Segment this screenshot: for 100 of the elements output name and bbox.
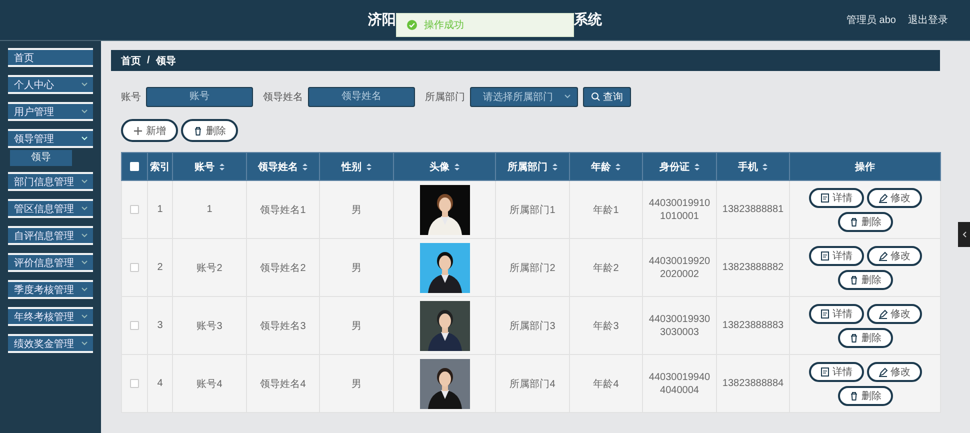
chevron-left-icon <box>962 231 966 238</box>
plus-icon <box>133 126 143 136</box>
collapse-tab[interactable] <box>958 222 970 247</box>
add-button[interactable]: 新增 <box>121 119 178 142</box>
table-cell: 13823888883 <box>722 320 784 331</box>
sort-icon <box>694 162 700 170</box>
select-all-checkbox[interactable] <box>130 162 139 171</box>
delete-button[interactable]: 删除 <box>838 386 892 406</box>
breadcrumb-item[interactable]: 领导 <box>156 54 176 68</box>
sort-icon <box>302 162 308 170</box>
table-cell: 440300199101010001 <box>648 196 712 222</box>
table-cell: 年龄4 <box>593 378 619 390</box>
row-checkbox[interactable] <box>130 204 139 214</box>
trash-icon <box>848 332 858 342</box>
chevron-down-icon <box>81 233 88 238</box>
chevron-down-icon <box>81 109 88 114</box>
delete-button[interactable]: 删除 <box>181 119 238 142</box>
app-title: 济阳 <box>368 11 396 29</box>
success-icon <box>407 20 417 30</box>
table-cell: 所属部门3 <box>510 320 556 332</box>
chevron-down-icon <box>81 314 88 319</box>
user-name: 管理员 abo <box>846 14 896 27</box>
table-cell: 13823888884 <box>722 378 784 389</box>
sidebar-item[interactable]: 个人中心 <box>8 75 93 94</box>
chevron-down-icon <box>81 82 88 87</box>
trash-icon <box>848 390 858 400</box>
row-checkbox[interactable] <box>130 320 139 330</box>
table-cell: 3 <box>157 320 163 331</box>
sidebar-item[interactable]: 管区信息管理 <box>8 199 93 218</box>
edit-button[interactable]: 修改 <box>866 246 922 266</box>
edit-button[interactable]: 修改 <box>866 188 922 208</box>
sidebar-item[interactable]: 部门信息管理 <box>8 172 93 191</box>
table-cell: 领导姓名3 <box>260 320 306 332</box>
delete-button[interactable]: 删除 <box>838 328 892 348</box>
column-header[interactable]: 头像 <box>430 160 460 174</box>
sidebar-item[interactable]: 自评信息管理 <box>8 226 93 245</box>
table-cell: 4 <box>157 378 163 389</box>
document-icon <box>820 250 830 260</box>
sort-icon <box>762 162 768 170</box>
search-button[interactable]: 查询 <box>583 86 631 106</box>
chevron-down-icon <box>81 136 88 141</box>
sidebar-item[interactable]: 年终考核管理 <box>8 307 93 326</box>
edit-button[interactable]: 修改 <box>866 362 922 382</box>
detail-button[interactable]: 详情 <box>808 362 864 382</box>
table-cell: 账号3 <box>196 320 222 332</box>
edit-button[interactable]: 修改 <box>866 304 922 324</box>
field-label: 账号 <box>121 90 141 104</box>
toast-text: 操作成功 <box>424 18 464 32</box>
table-cell: 男 <box>352 204 362 216</box>
sidebar-item[interactable]: 季度考核管理 <box>8 280 93 299</box>
row-checkbox[interactable] <box>130 378 139 388</box>
table-cell: 13823888881 <box>722 204 784 215</box>
sidebar-item[interactable]: 领导管理 <box>8 129 93 148</box>
app-title: 系统 <box>574 11 602 29</box>
trash-icon <box>193 126 203 136</box>
delete-button[interactable]: 删除 <box>838 212 892 232</box>
sidebar-subitem[interactable]: 领导 <box>10 150 72 166</box>
table-cell: 年龄1 <box>593 204 619 216</box>
table-cell: 领导姓名4 <box>260 378 306 390</box>
table-cell: 所属部门1 <box>510 204 556 216</box>
search-icon <box>591 92 600 101</box>
sort-icon <box>552 162 558 170</box>
table-cell: 账号2 <box>196 262 222 274</box>
input-field[interactable]: 账号 <box>146 86 253 106</box>
detail-button[interactable]: 详情 <box>808 246 864 266</box>
input-field[interactable]: 领导姓名 <box>308 86 415 106</box>
select-field[interactable]: 请选择所属部门 <box>470 86 578 106</box>
sort-icon <box>454 162 460 170</box>
table-cell: 440300199303030003 <box>648 312 712 338</box>
breadcrumb-item[interactable]: 首页 <box>121 54 141 68</box>
breadcrumb-separator: / <box>147 55 150 66</box>
sidebar-item[interactable]: 评价信息管理 <box>8 253 93 272</box>
pencil-icon <box>878 192 888 202</box>
table-cell: 年龄2 <box>593 262 619 274</box>
trash-icon <box>848 274 858 284</box>
sidebar-item[interactable]: 绩效奖金管理 <box>8 334 93 353</box>
delete-button[interactable]: 删除 <box>838 270 892 290</box>
chevron-down-icon <box>564 94 571 99</box>
table-cell: 1 <box>157 204 163 215</box>
sort-icon <box>366 162 372 170</box>
row-checkbox[interactable] <box>130 262 139 272</box>
table-cell: 所属部门2 <box>510 262 556 274</box>
document-icon <box>820 308 830 318</box>
detail-button[interactable]: 详情 <box>808 304 864 324</box>
detail-button[interactable]: 详情 <box>808 188 864 208</box>
document-icon <box>820 366 830 376</box>
logout-link[interactable]: 退出登录 <box>908 13 948 27</box>
document-icon <box>820 192 830 202</box>
chevron-down-icon <box>81 287 88 292</box>
table-cell: 账号4 <box>196 378 222 390</box>
table-cell: 13823888882 <box>722 262 784 273</box>
trash-icon <box>848 216 858 226</box>
table-cell: 年龄3 <box>593 320 619 332</box>
table-cell: 领导姓名1 <box>260 204 306 216</box>
table-cell: 440300199404040004 <box>648 370 712 396</box>
sort-icon <box>218 162 224 170</box>
table-cell: 所属部门4 <box>510 378 556 390</box>
column-header[interactable]: 操作 <box>855 160 875 174</box>
sidebar-item[interactable]: 用户管理 <box>8 102 93 121</box>
sidebar-item[interactable]: 首页 <box>8 48 93 67</box>
